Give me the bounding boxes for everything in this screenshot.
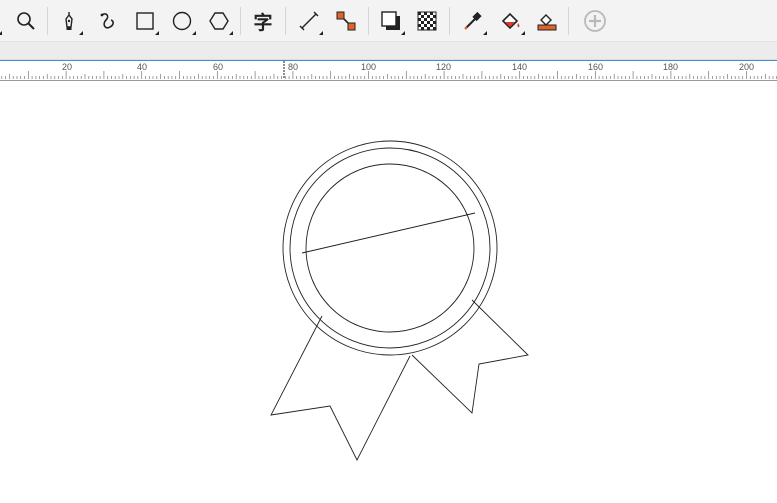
badge-outer-ring[interactable] xyxy=(282,140,498,356)
right-ribbon[interactable] xyxy=(411,299,529,414)
badge-diagonal-line[interactable] xyxy=(301,212,476,254)
drawing-canvas[interactable] xyxy=(0,81,777,503)
badge-inner-circle[interactable] xyxy=(305,163,475,333)
badge-middle-ring[interactable] xyxy=(289,147,491,349)
badge-drawing xyxy=(270,140,529,461)
left-ribbon[interactable] xyxy=(270,315,411,461)
